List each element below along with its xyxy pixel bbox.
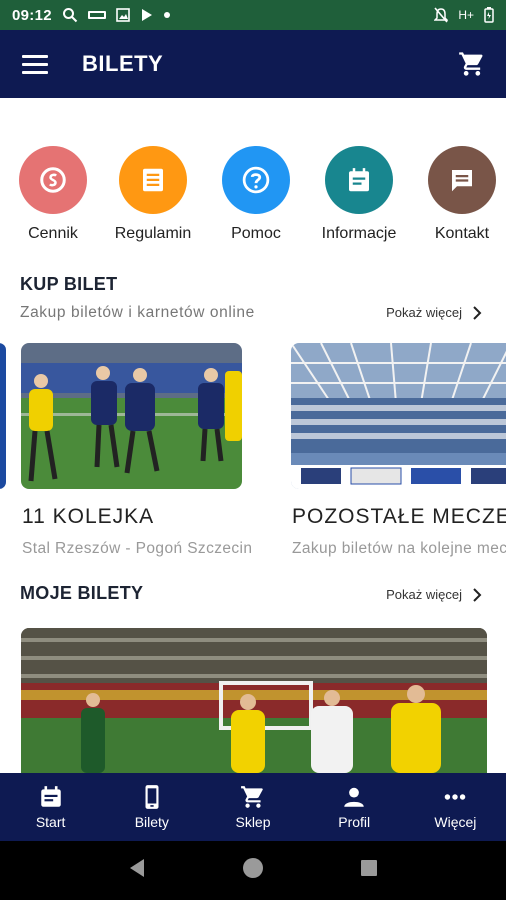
calendar-icon [40,786,61,807]
more-dots-icon [445,794,466,800]
football-players-photo [21,343,242,489]
chevron-right-icon [473,587,482,602]
play-store-icon [141,9,152,21]
home-icon[interactable] [242,857,264,884]
quick-action-label: Pomoc [231,225,281,242]
person-icon [344,787,364,807]
document-icon [119,146,187,214]
hamburger-menu-icon[interactable] [22,54,48,74]
match-card-image[interactable] [21,343,242,489]
quick-action-label: Cennik [28,225,78,242]
nav-item-profil[interactable]: Profil [304,773,405,841]
nav-label: Więcej [434,814,477,830]
quick-action-regulamin[interactable]: Regulamin [103,146,203,243]
nav-item-sklep[interactable]: Sklep [202,773,303,841]
match-card-subtitle: Stal Rzeszów - Pogoń Szczecin [22,540,253,557]
page-title: BILETY [82,51,164,76]
status-time: 09:12 [12,6,52,24]
recents-icon[interactable] [360,859,378,882]
chevron-right-icon [473,305,482,320]
cart-icon[interactable] [458,50,486,78]
quick-action-label: Kontakt [434,225,490,242]
match-crowd-photo [21,628,487,773]
calendar-icon [325,146,393,214]
quick-action-cennik[interactable]: Cennik [3,146,103,243]
nav-label: Bilety [134,814,169,830]
show-more-kup-bilet[interactable]: Pokaż więcej [386,305,484,320]
system-navigation-bar [0,841,506,900]
nav-label: Sklep [235,814,271,830]
quick-action-label: Regulamin [114,225,192,242]
battery-icon [484,7,494,23]
section-subtitle-kup-bilet: Zakup biletów i karnetów online [20,304,255,321]
stadium-photo [291,343,506,489]
quick-action-label: Informacje [321,225,397,242]
nav-item-bilety[interactable]: Bilety [101,773,202,841]
status-bar: 09:12 H+ [0,0,506,30]
cart-icon [241,786,263,808]
bottom-navigation: Start Bilety Sklep Profil Więcej [0,773,506,841]
network-type: H+ [458,8,474,22]
app-notification-icon [87,11,106,19]
back-icon[interactable] [128,858,146,883]
price-icon [19,146,87,214]
quick-action-pomoc[interactable]: Pomoc [206,146,306,243]
nav-item-start[interactable]: Start [0,773,101,841]
quick-action-informacje[interactable]: Informacje [309,146,409,243]
nav-label: Profil [338,814,371,830]
chat-icon [428,146,496,214]
mute-icon [434,7,449,23]
my-tickets-card-image[interactable] [21,628,487,773]
app-bar: BILETY [0,30,506,98]
card-peek-image[interactable] [0,343,6,489]
phone-icon [145,785,159,809]
search-icon [62,8,78,23]
image-notification-icon [116,8,130,22]
section-title-moje-bilety: MOJE BILETY [20,583,144,603]
nav-label: Start [35,814,66,830]
help-icon [222,146,290,214]
other-matches-card-subtitle: Zakup biletów na kolejne mecze [292,540,506,557]
quick-action-kontakt[interactable]: Kontakt [412,146,506,243]
dot-icon [163,12,170,18]
other-matches-card-image[interactable] [291,343,506,489]
other-matches-card-title[interactable]: POZOSTAŁE MECZE [292,505,506,529]
show-more-label: Pokaż więcej [386,305,462,320]
section-title-kup-bilet: KUP BILET [20,274,118,294]
match-card-title[interactable]: 11 KOLEJKA [22,505,154,529]
quick-actions: Cennik Regulamin Pomoc Informacje Kontak… [0,146,506,246]
show-more-label: Pokaż więcej [386,587,462,602]
nav-item-wiecej[interactable]: Więcej [405,773,506,841]
show-more-moje-bilety[interactable]: Pokaż więcej [386,587,484,602]
